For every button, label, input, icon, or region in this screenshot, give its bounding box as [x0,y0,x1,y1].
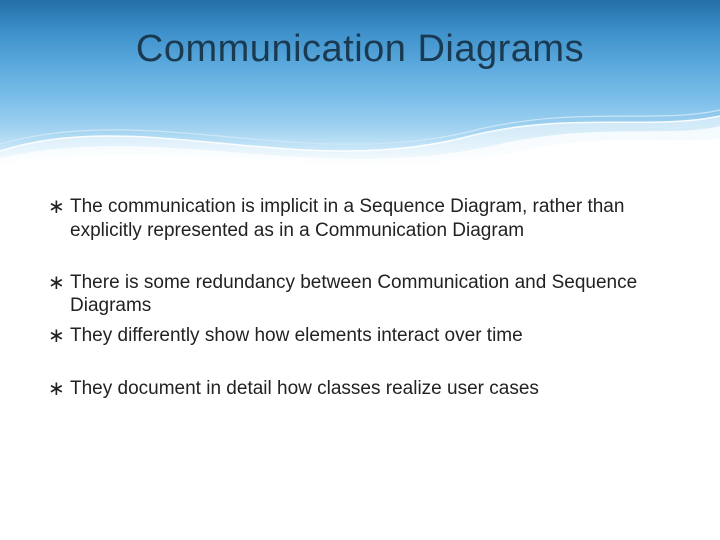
header-background [0,0,720,168]
bullet-item: ∗ They document in detail how classes re… [48,377,668,402]
asterisk-icon: ∗ [48,271,70,296]
bullet-text: They document in detail how classes real… [70,377,668,401]
asterisk-icon: ∗ [48,377,70,402]
bullet-item: ∗ The communication is implicit in a Seq… [48,195,668,243]
bullet-item: ∗ There is some redundancy between Commu… [48,271,668,319]
bullet-text: They differently show how elements inter… [70,324,668,348]
slide-title: Communication Diagrams [0,28,720,71]
bullet-text: There is some redundancy between Communi… [70,271,668,319]
asterisk-icon: ∗ [48,324,70,349]
slide-body: ∗ The communication is implicit in a Seq… [48,195,668,402]
slide: Communication Diagrams ∗ The communicati… [0,0,720,540]
asterisk-icon: ∗ [48,195,70,220]
bullet-item: ∗ They differently show how elements int… [48,324,668,349]
bullet-text: The communication is implicit in a Seque… [70,195,668,243]
